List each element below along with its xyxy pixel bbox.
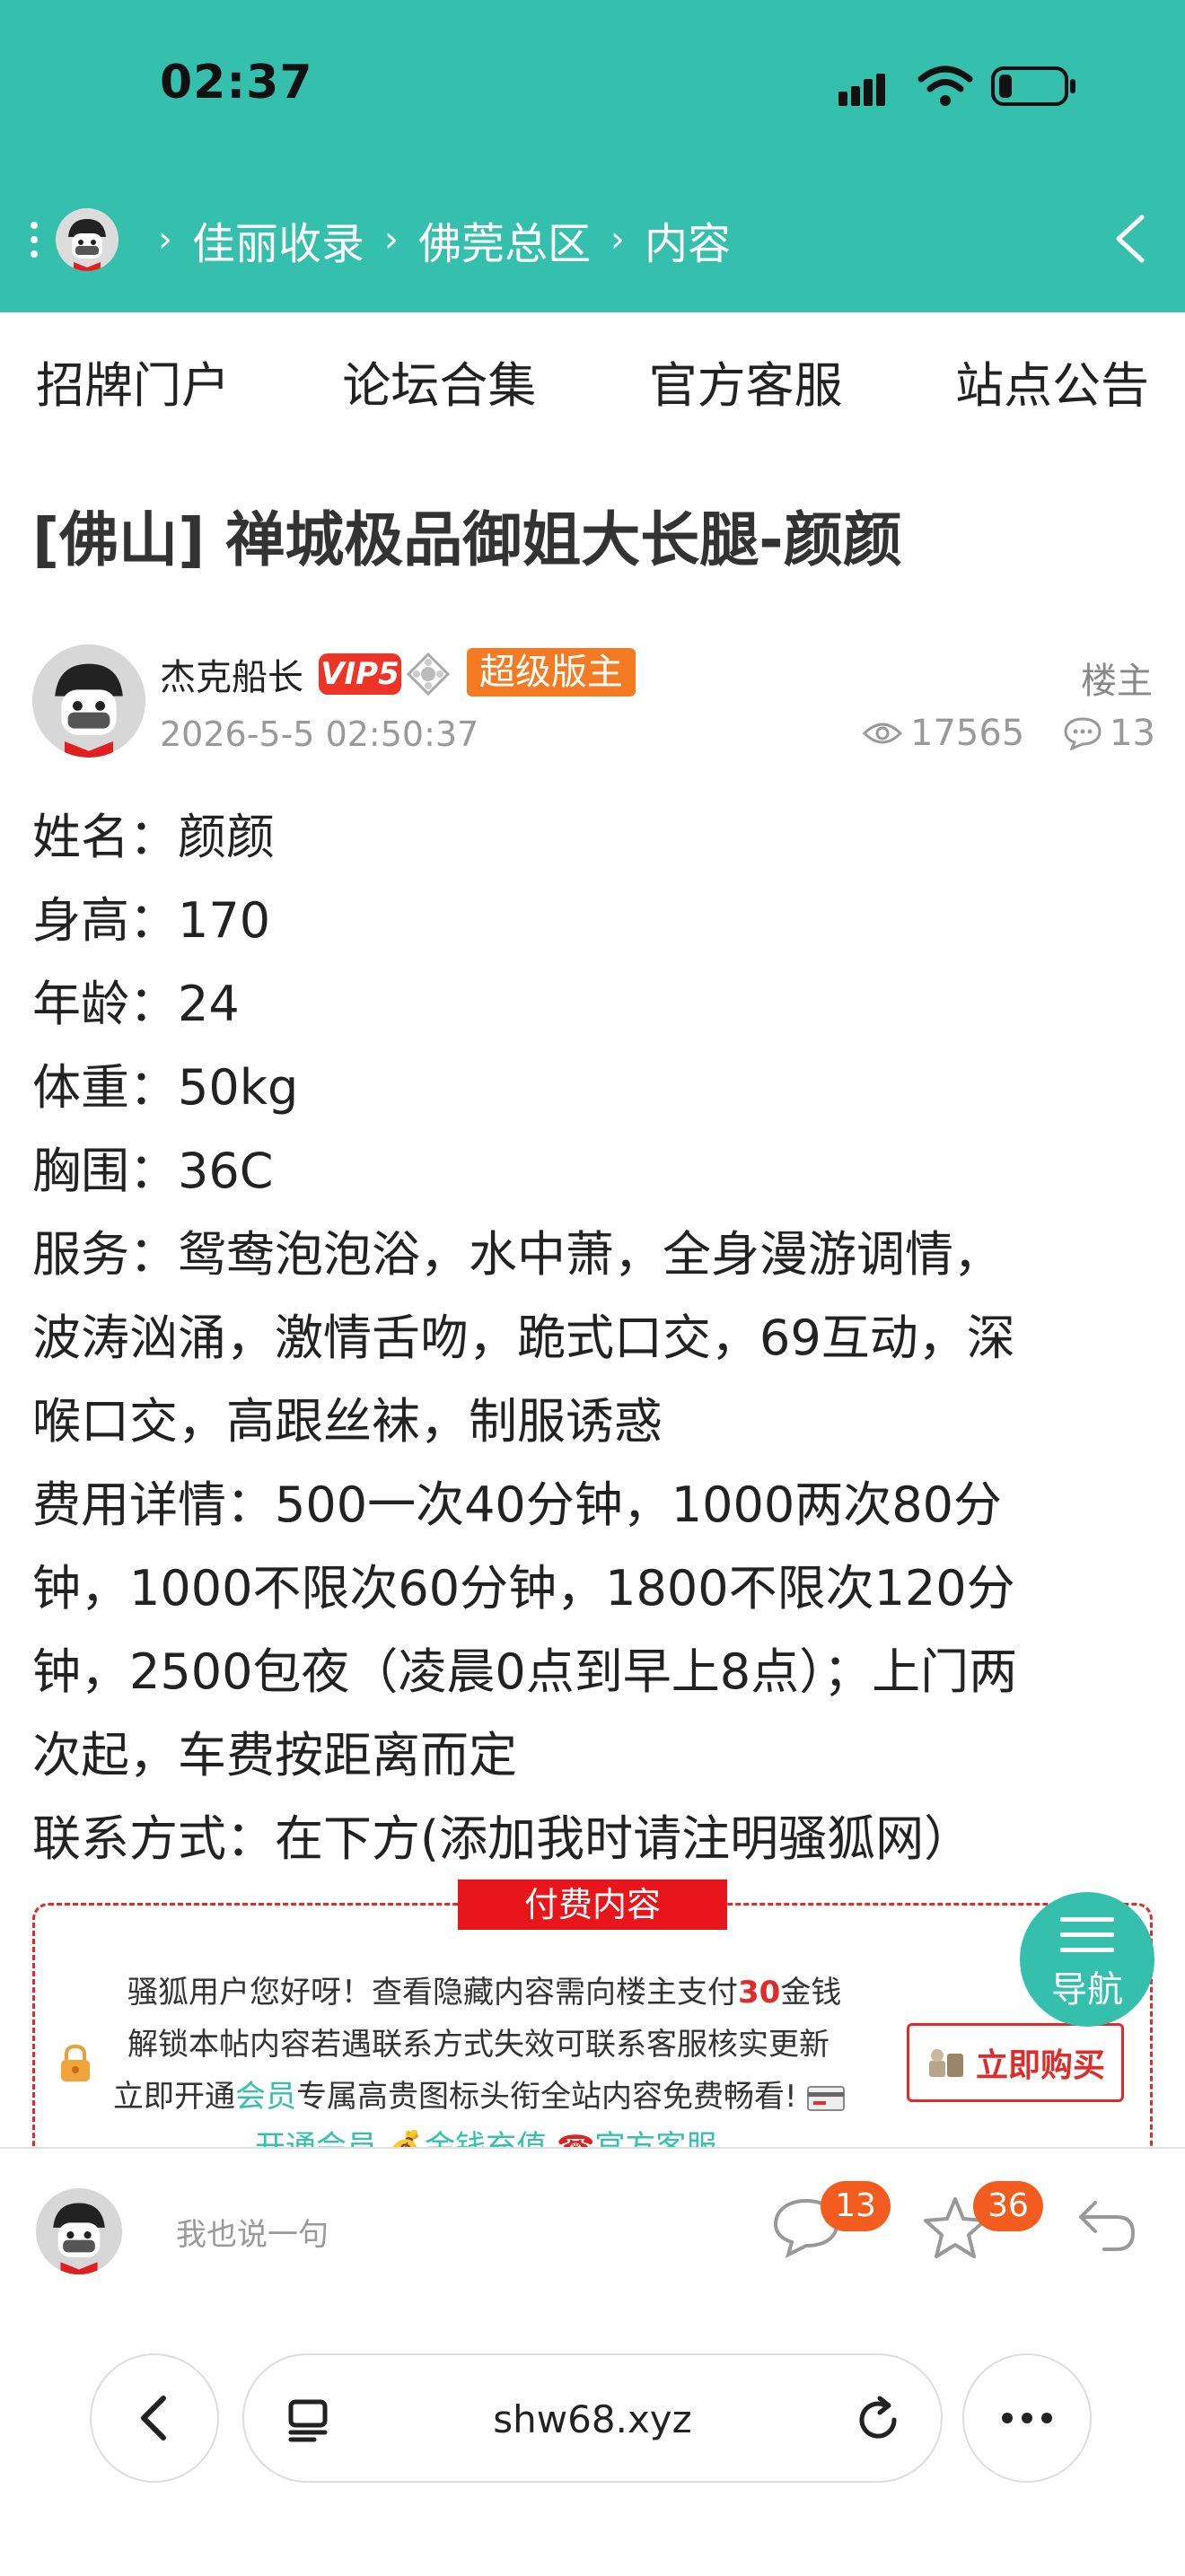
back-arrow-icon [141,2396,166,2440]
post-line: 姓名：颜颜 [32,809,275,865]
paid-notice-text: 立即开通 [113,2079,235,2115]
reply-input[interactable]: 我也说一句 [176,2210,329,2254]
coins-icon [928,2049,963,2077]
floating-nav-label: 导航 [1051,1969,1123,2011]
menu-icon [1060,1917,1114,1952]
comment-count-badge: 13 [821,2181,891,2231]
top-nav: 招牌门户 论坛合集 官方客服 站点公告 [0,312,1185,449]
floating-nav-button[interactable]: 导航 [1020,1892,1154,2027]
comments-count: 13 [1063,713,1155,754]
post-line: 喉口交，高跟丝袜，制服诱惑 [32,1393,663,1450]
post-body: 姓名：颜颜 身高：170 年龄：24 体重：50kg 胸围：36C 服务：鸳鸯泡… [32,795,1154,1880]
post-line: 次起，车费按距离而定 [32,1727,517,1783]
wifi-icon [917,66,973,106]
views-count: 17565 [862,713,1024,754]
paid-amount: 30 [738,1975,781,2011]
comments-value: 13 [1110,713,1155,754]
paid-notice-line-3: 立即开通会员专属高贵图标头衔全站内容免费畅看! [113,2072,846,2116]
share-back-icon[interactable] [1074,2195,1140,2258]
signal-icon [838,74,885,106]
comment-bubble-icon [1064,717,1102,750]
lock-icon [61,2044,90,2081]
more-dots-icon[interactable] [31,222,40,258]
url-text: shw68.xyz [493,2397,692,2441]
reload-icon[interactable] [853,2395,903,2445]
diamond-icon [406,652,451,697]
paid-notice-text: 金钱 [780,1975,842,2011]
floor-label: 楼主 [1081,661,1153,702]
post-line: 联系方式：在下方(添加我时请注明骚狐网） [32,1810,973,1867]
buy-now-label: 立即购买 [975,2047,1105,2084]
paid-content-title: 付费内容 [458,1879,727,1930]
vip-badge: VIP5 [319,653,401,695]
post-line: 波涛汹涌，激情舌吻，跪式口交，69互动，深 [32,1310,1015,1366]
paid-notice-line-2: 解锁本帖内容若遇联系方式失效可联系客服核实更新 [127,2027,830,2063]
breadcrumb-item-2[interactable]: 佛莞总区 [418,208,591,271]
member-link[interactable]: 会员 [235,2079,296,2115]
post-line: 年龄：24 [32,976,240,1032]
breadcrumb-separator: › [158,219,172,260]
battery-icon [991,66,1075,106]
address-bar[interactable]: shw68.xyz [242,2353,943,2483]
breadcrumb-item-1[interactable]: 佳丽收录 [192,208,364,271]
paid-notice-text: 骚狐用户您好呀！查看隐藏内容需向楼主支付 [127,1975,738,2011]
breadcrumb-separator: › [384,219,399,260]
buy-now-button[interactable]: 立即购买 [907,2023,1124,2102]
role-badge: 超级版主 [467,648,636,697]
paid-notice-line-1: 骚狐用户您好呀！查看隐藏内容需向楼主支付30金钱 [127,1967,841,2011]
nav-item-forums[interactable]: 论坛合集 [342,346,536,416]
nav-item-portal[interactable]: 招牌门户 [36,346,230,416]
paid-notice-text: 专属高贵图标头衔全站内容免费畅看! [296,2079,797,2115]
nav-item-support[interactable]: 官方客服 [649,346,843,416]
status-time: 02:37 [160,56,313,110]
breadcrumb-item-3[interactable]: 内容 [645,208,731,271]
author-name[interactable]: 杰克船长 [160,648,303,700]
nav-item-announcements[interactable]: 站点公告 [955,346,1149,416]
more-icon [1002,2413,1052,2423]
browser-more-button[interactable] [962,2353,1092,2483]
post-line: 钟，1000不限次60分钟，1800不限次120分 [32,1560,1015,1617]
post-line: 体重：50kg [32,1059,299,1116]
post-line: 服务：鸳鸯泡泡浴，水中萧，全身漫游调情， [32,1226,1002,1283]
post-line: 费用详情：500一次40分钟，1000两次80分 [32,1476,1002,1533]
post-line: 胸围：36C [32,1143,274,1199]
back-chevron-icon[interactable] [1106,212,1160,266]
views-value: 17565 [910,713,1025,754]
my-avatar[interactable] [36,2188,122,2274]
favorite-count-badge: 36 [973,2181,1043,2231]
post-title: [佛山] 禅城极品御姐大长腿-颜颜 [32,505,902,574]
eye-icon [862,723,903,744]
breadcrumb-separator: › [610,219,626,260]
post-line: 身高：170 [32,892,271,949]
author-avatar[interactable] [32,644,145,758]
post-line: 钟，2500包夜（凌晨0点到早上8点）；上门两 [32,1643,1018,1700]
breadcrumb: › 佳丽收录 › 佛莞总区 › 内容 [31,208,731,271]
post-datetime: 2026-5-5 02:50:37 [160,714,479,754]
card-icon [807,2085,846,2111]
browser-back-button[interactable] [90,2353,219,2483]
header-avatar[interactable] [56,208,118,271]
